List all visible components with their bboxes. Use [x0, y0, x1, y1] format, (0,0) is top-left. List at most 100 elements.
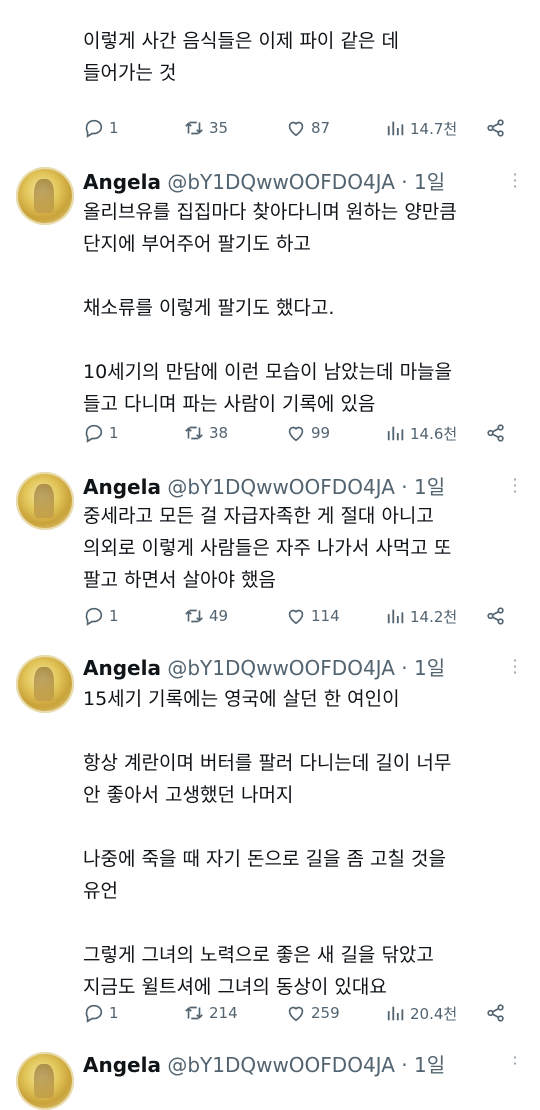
views-button[interactable]: 20.4천 [386, 1002, 457, 1024]
reply-button[interactable]: 1 [83, 422, 119, 444]
views-button[interactable]: 14.7천 [386, 117, 457, 139]
share-button[interactable] [485, 605, 507, 631]
share-icon [485, 607, 507, 631]
share-button[interactable] [485, 422, 507, 448]
avatar[interactable] [16, 1052, 74, 1110]
share-icon [485, 1004, 507, 1028]
reply-icon [83, 605, 105, 627]
text-line: 올리브유를 집집마다 찾아다니며 원하는 양만큼 [83, 201, 457, 223]
views-count: 14.6천 [410, 424, 458, 443]
handle-and-time[interactable]: @bY1DQwwOOFDO4JA · 1일 [167, 656, 445, 680]
reply-icon [83, 1002, 105, 1024]
text-line: 항상 계란이며 버터를 팔러 다니는데 길이 너무 [83, 752, 452, 774]
avatar[interactable] [16, 472, 74, 530]
views-icon [386, 605, 406, 627]
retweet-count: 49 [209, 607, 229, 625]
reply-button[interactable]: 1 [83, 117, 119, 139]
text-line: 들어가는 것 [83, 62, 177, 84]
like-button[interactable]: 99 [285, 422, 330, 444]
tweet-text: 올리브유를 집집마다 찾아다니며 원하는 양만큼 단지에 부어주어 팔기도 하고… [83, 196, 523, 420]
text-line: 팔고 하면서 살아야 했음 [83, 569, 276, 591]
like-count: 259 [311, 1004, 340, 1022]
retweet-button[interactable]: 49 [183, 605, 228, 627]
like-icon [285, 605, 307, 627]
retweet-button[interactable]: 35 [183, 117, 228, 139]
tweet-text: 15세기 기록에는 영국에 살던 한 여인이 항상 계란이며 버터를 팔러 다니… [83, 683, 523, 1003]
reply-icon [83, 117, 105, 139]
reply-count: 1 [109, 119, 119, 137]
display-name[interactable]: Angela [83, 656, 161, 680]
like-count: 87 [311, 119, 331, 137]
tweet-text: 중세라고 모든 걸 자급자족한 게 절대 아니고 의외로 이렇게 사람들은 자주… [83, 500, 523, 596]
tweet-actions: 1 214 259 20.4천 [83, 1002, 523, 1026]
more-icon[interactable]: · · · [512, 167, 518, 195]
retweet-count: 214 [209, 1004, 238, 1022]
tweet-header: Angela @bY1DQwwOOFDO4JA · 1일 [83, 658, 445, 678]
handle-and-time[interactable]: @bY1DQwwOOFDO4JA · 1일 [167, 1053, 445, 1077]
retweet-icon [183, 605, 205, 627]
tweet-actions: 1 49 114 14.2천 [83, 605, 523, 629]
views-icon [386, 1002, 406, 1024]
views-button[interactable]: 14.6천 [386, 422, 457, 444]
like-button[interactable]: 87 [285, 117, 330, 139]
avatar[interactable] [16, 655, 74, 713]
text-line: 중세라고 모든 걸 자급자족한 게 절대 아니고 [83, 505, 434, 527]
retweet-icon [183, 1002, 205, 1024]
like-icon [285, 117, 307, 139]
tweet-header: Angela @bY1DQwwOOFDO4JA · 1일 [83, 477, 445, 497]
more-icon[interactable]: · · [512, 1050, 518, 1072]
views-count: 14.7천 [410, 119, 458, 138]
retweet-count: 35 [209, 119, 229, 137]
share-icon [485, 424, 507, 448]
reply-icon [83, 422, 105, 444]
like-icon [285, 1002, 307, 1024]
reply-button[interactable]: 1 [83, 1002, 119, 1024]
share-button[interactable] [485, 117, 507, 143]
text-line: 그렇게 그녀의 노력으로 좋은 새 길을 닦았고 [83, 944, 434, 966]
text-line: 단지에 부어주어 팔기도 하고 [83, 233, 311, 255]
display-name[interactable]: Angela [83, 1053, 161, 1077]
text-line: 유언 [83, 880, 118, 902]
handle-and-time[interactable]: @bY1DQwwOOFDO4JA · 1일 [167, 475, 445, 499]
display-name[interactable]: Angela [83, 170, 161, 194]
retweet-icon [183, 117, 205, 139]
reply-count: 1 [109, 1004, 119, 1022]
retweet-button[interactable]: 38 [183, 422, 228, 444]
tweet-actions: 1 38 99 14.6천 [83, 422, 523, 446]
views-button[interactable]: 14.2천 [386, 605, 457, 627]
views-icon [386, 422, 406, 444]
retweet-button[interactable]: 214 [183, 1002, 238, 1024]
text-line: 의외로 이렇게 사람들은 자주 나가서 사먹고 또 [83, 537, 452, 559]
like-icon [285, 422, 307, 444]
like-count: 99 [311, 424, 331, 442]
like-count: 114 [311, 607, 340, 625]
tweet-header: Angela @bY1DQwwOOFDO4JA · 1일 [83, 1055, 445, 1075]
share-icon [485, 119, 507, 143]
text-line: 채소류를 이렇게 팔기도 했다고. [83, 297, 335, 319]
more-icon[interactable]: · · · [512, 653, 518, 681]
retweet-icon [183, 422, 205, 444]
like-button[interactable]: 114 [285, 605, 340, 627]
views-icon [386, 117, 406, 139]
text-line: 들고 다니며 파는 사람이 기록에 있음 [83, 393, 376, 415]
avatar[interactable] [16, 167, 74, 225]
tweet-actions: 1 35 87 14.7천 [83, 117, 523, 141]
like-button[interactable]: 259 [285, 1002, 340, 1024]
reply-button[interactable]: 1 [83, 605, 119, 627]
text-line: 10세기의 만담에 이런 모습이 남았는데 마늘을 [83, 361, 453, 383]
reply-count: 1 [109, 424, 119, 442]
more-icon[interactable]: · · · [512, 472, 518, 500]
retweet-count: 38 [209, 424, 229, 442]
text-line: 나중에 죽을 때 자기 돈으로 길을 좀 고칠 것을 [83, 848, 446, 870]
text-line: 15세기 기록에는 영국에 살던 한 여인이 [83, 688, 400, 710]
share-button[interactable] [485, 1002, 507, 1028]
handle-and-time[interactable]: @bY1DQwwOOFDO4JA · 1일 [167, 170, 445, 194]
views-count: 14.2천 [410, 607, 458, 626]
display-name[interactable]: Angela [83, 475, 161, 499]
text-line: 안 좋아서 고생했던 나머지 [83, 784, 294, 806]
text-line: 지금도 윌트셔에 그녀의 동상이 있대요 [83, 976, 387, 998]
tweet-text: 이렇게 사간 음식들은 이제 파이 같은 데 들어가는 것 [83, 0, 523, 84]
views-count: 20.4천 [410, 1004, 458, 1023]
text-line: 이렇게 사간 음식들은 이제 파이 같은 데 [83, 30, 399, 52]
tweet-header: Angela @bY1DQwwOOFDO4JA · 1일 [83, 172, 445, 192]
